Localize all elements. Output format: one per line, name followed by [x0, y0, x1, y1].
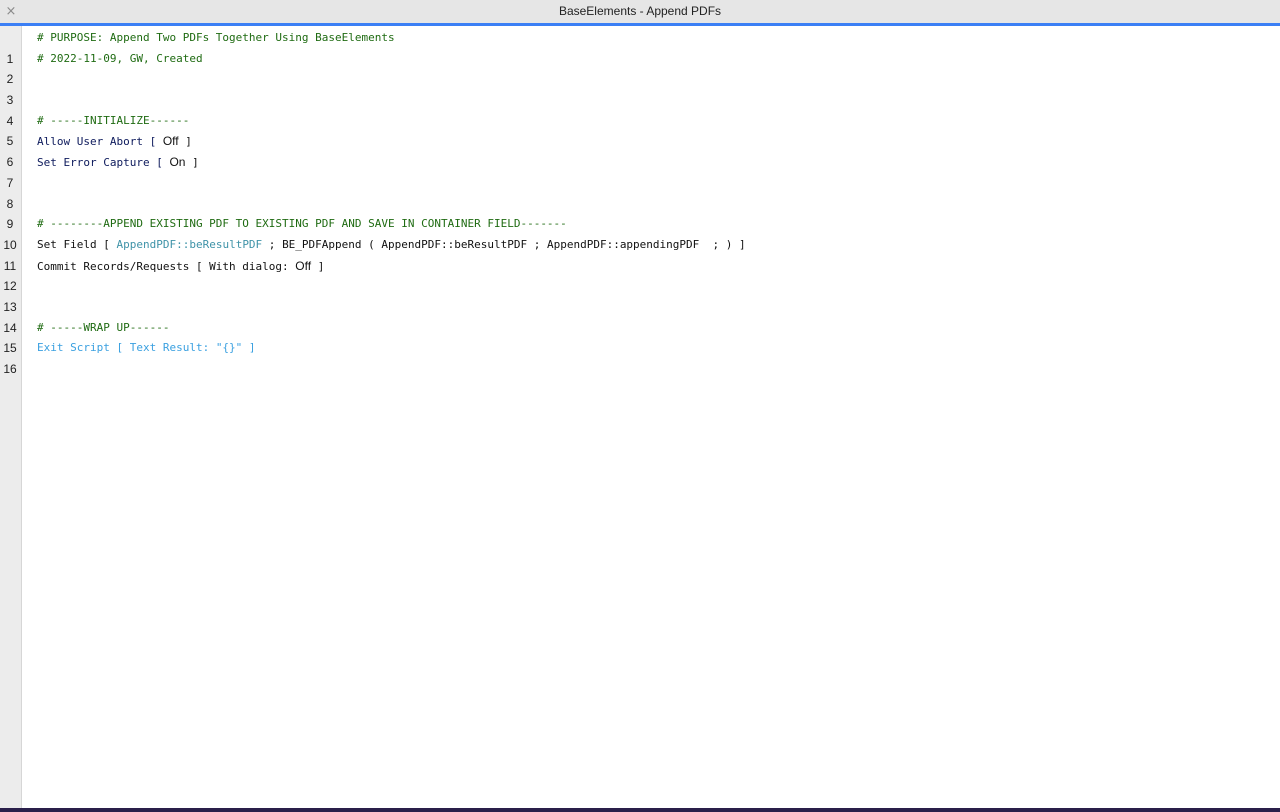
step-name: Set Error Capture [	[37, 156, 170, 170]
script-line-10[interactable]: 10 # --------APPEND EXISTING PDF TO EXIS…	[0, 214, 1280, 252]
step-option-value[interactable]: "{}"	[216, 341, 243, 354]
step-option-value[interactable]: Off	[295, 259, 311, 273]
step-bracket: ]	[185, 156, 199, 170]
script-editor-window: × BaseElements - Append PDFs 1 # PURPOSE…	[0, 0, 1280, 808]
step-name: Set Field [	[37, 237, 117, 251]
script-line-4[interactable]: 4	[0, 90, 1280, 128]
titlebar: × BaseElements - Append PDFs	[0, 0, 1280, 26]
comment-text: # -----WRAP UP------	[37, 320, 170, 334]
comment-text: # PURPOSE: Append Two PDFs Together Usin…	[37, 31, 395, 44]
script-line-11[interactable]: 11 Set Field [ AppendPDF::beResultPDF ; …	[0, 235, 1280, 273]
script-line-14[interactable]: 14	[0, 297, 1280, 335]
script-line-6[interactable]: 6 Allow User Abort [ Off ]	[0, 131, 1280, 169]
script-step: Exit Script [ Text Result: "{}" ]	[37, 338, 256, 359]
script-line-13[interactable]: 13	[0, 276, 1280, 314]
script-lines: 1 # PURPOSE: Append Two PDFs Together Us…	[0, 28, 1280, 376]
line-number: 16	[3, 362, 17, 377]
script-step: Commit Records/Requests [ With dialog: O…	[37, 256, 324, 278]
step-bracket: ]	[178, 135, 192, 149]
step-name: Commit Records/Requests [ With dialog:	[37, 259, 296, 273]
step-name: Exit Script [ Text Result:	[37, 341, 216, 355]
step-bracket: ]	[242, 341, 256, 355]
script-line-16[interactable]: 16 Exit Script [ Text Result: "{}" ]	[0, 338, 1280, 376]
script-line-9[interactable]: 9	[0, 194, 1280, 231]
step-bracket: ]	[311, 259, 325, 273]
script-line-8[interactable]: 8	[0, 173, 1280, 211]
script-line-3[interactable]: 3	[0, 69, 1280, 107]
script-line-15[interactable]: 15 # -----WRAP UP------	[0, 318, 1280, 356]
step-name: Allow User Abort [	[37, 135, 163, 149]
script-step: Allow User Abort [ Off ]	[37, 131, 192, 153]
script-line-7[interactable]: 7 Set Error Capture [ On ]	[0, 152, 1280, 190]
script-line-5[interactable]: 5 # -----INITIALIZE------	[0, 111, 1280, 149]
script-line-2[interactable]: 2 # 2022-11-09, GW, Created	[0, 49, 1280, 87]
comment-text: # --------APPEND EXISTING PDF TO EXISTIN…	[37, 217, 567, 231]
step-option-value[interactable]: Off	[163, 134, 179, 148]
comment-text: # 2022-11-09, GW, Created	[37, 51, 203, 65]
window-title: BaseElements - Append PDFs	[558, 4, 722, 18]
script-line-1[interactable]: 1 # PURPOSE: Append Two PDFs Together Us…	[0, 28, 1280, 66]
step-separator: ;	[262, 237, 283, 251]
step-option-value[interactable]: On	[169, 155, 185, 169]
calculation-text[interactable]: BE_PDFAppend ( AppendPDF::beResultPDF ; …	[282, 238, 746, 251]
script-step: Set Error Capture [ On ]	[37, 152, 199, 174]
target-field[interactable]: AppendPDF::beResultPDF	[116, 238, 262, 251]
script-step: Set Field [ AppendPDF::beResultPDF ; BE_…	[37, 235, 746, 256]
script-line-12[interactable]: 12 Commit Records/Requests [ With dialog…	[0, 256, 1280, 294]
comment-text: # -----INITIALIZE------	[37, 113, 190, 127]
